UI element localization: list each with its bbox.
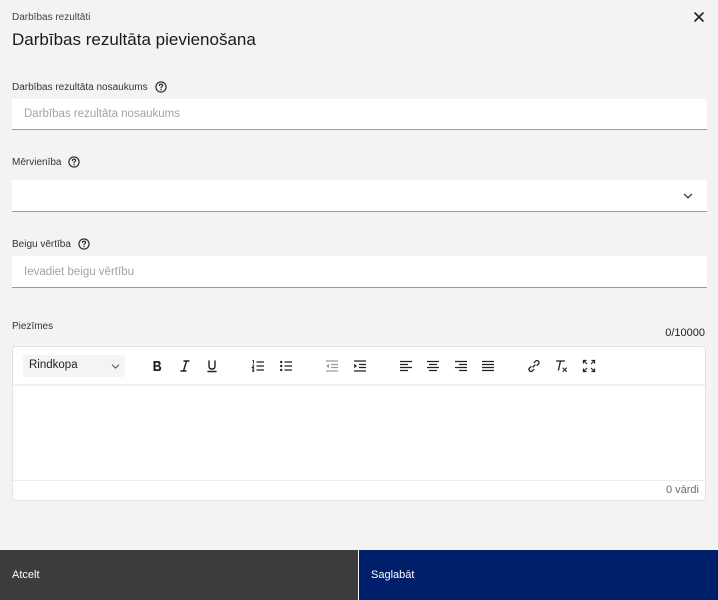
format-select-value: Rindkopa (29, 359, 78, 371)
underline-button[interactable] (202, 356, 222, 376)
ordered-list-button[interactable] (248, 356, 268, 376)
bullet-list-button[interactable] (276, 356, 296, 376)
word-count: 0 vārdi (665, 484, 699, 496)
breadcrumb: Darbības rezultāti (12, 12, 91, 23)
close-button[interactable] (692, 10, 706, 24)
link-icon (528, 359, 540, 373)
unit-field-label: Mērvienība (12, 156, 81, 168)
unit-field-label-text: Mērvienība (12, 156, 62, 168)
page-title: Darbības rezultāta pievienošana (12, 30, 256, 49)
bold-button[interactable] (147, 356, 167, 376)
save-button[interactable]: Saglabāt (359, 550, 718, 600)
name-field-label: Darbības rezultāta nosaukums (12, 81, 167, 93)
fullscreen-button[interactable] (579, 356, 599, 376)
help-icon[interactable] (154, 81, 167, 93)
align-justify-button[interactable] (478, 356, 498, 376)
link-button[interactable] (524, 356, 544, 376)
editor-toolbar: Rindkopa (13, 347, 705, 385)
notes-field-label: Piezīmes (12, 321, 53, 332)
bold-icon (153, 361, 162, 371)
editor-status-bar: 0 vārdi (13, 480, 705, 500)
close-icon (694, 12, 704, 22)
align-center-icon (427, 360, 439, 372)
help-icon[interactable] (78, 238, 90, 250)
indent-icon (354, 360, 366, 372)
bullet-list-icon (280, 360, 292, 372)
align-center-button[interactable] (423, 356, 443, 376)
align-justify-icon (482, 360, 494, 372)
final-value-field-label-text: Beigu vērtība (12, 238, 71, 250)
editor-content-area[interactable] (13, 386, 705, 481)
clear-format-icon (555, 360, 568, 373)
unit-select[interactable] (12, 180, 707, 212)
indent-button[interactable] (350, 356, 370, 376)
underline-icon (207, 360, 217, 373)
align-left-icon (400, 360, 412, 372)
chevron-down-icon (683, 193, 693, 199)
clear-format-button[interactable] (551, 356, 571, 376)
ordered-list-icon (251, 360, 264, 373)
outdent-button[interactable] (322, 356, 342, 376)
name-field-label-text: Darbības rezultāta nosaukums (12, 81, 148, 93)
final-value-input[interactable] (12, 256, 707, 288)
align-right-button[interactable] (451, 356, 471, 376)
align-left-button[interactable] (396, 356, 416, 376)
format-select[interactable]: Rindkopa (23, 355, 125, 377)
chevron-down-icon (111, 364, 120, 369)
cancel-button[interactable]: Atcelt (0, 550, 358, 600)
character-counter: 0/10000 (665, 327, 705, 339)
final-value-field-label: Beigu vērtība (12, 238, 90, 250)
rich-text-editor: Rindkopa 0 vārdi (12, 346, 706, 501)
name-input[interactable] (12, 99, 707, 130)
align-right-icon (455, 360, 467, 372)
outdent-icon (326, 360, 338, 372)
help-icon[interactable] (68, 156, 81, 168)
fullscreen-icon (582, 359, 596, 373)
italic-button[interactable] (175, 356, 195, 376)
italic-icon (180, 360, 190, 372)
notes-field-label-text: Piezīmes (12, 321, 54, 332)
